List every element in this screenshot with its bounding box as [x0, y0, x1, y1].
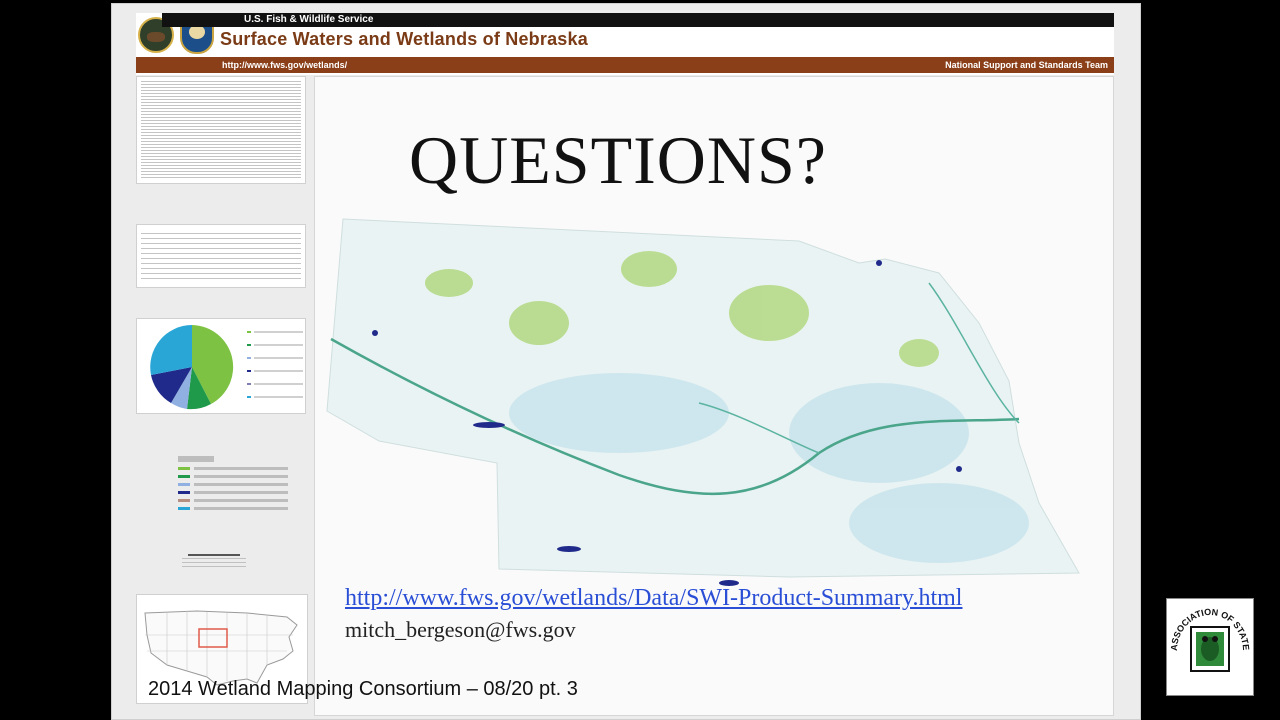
contact-email: mitch_bergeson@fws.gov: [345, 617, 576, 642]
wetland-type-legend: [178, 456, 288, 513]
poster-header: U.S. Fish & Wildlife Service Surface Wat…: [136, 13, 1114, 75]
wetland-pie-chart: [136, 318, 306, 414]
questions-heading: QUESTIONS?: [409, 122, 827, 198]
slide-main-panel: QUESTIONS? http://www.fws.gov/wetlands/D…: [314, 76, 1114, 716]
agency-bar: U.S. Fish & Wildlife Service: [162, 13, 1114, 27]
scale-bar: [188, 524, 240, 556]
poster-title: Surface Waters and Wetlands of Nebraska: [220, 29, 588, 49]
aswm-frog-logo-icon: ASSOCIATION OF STATE WETLAND MANAGERS: [1163, 591, 1251, 686]
poster-team: National Support and Standards Team: [945, 60, 1108, 70]
poster-subbar: http://www.fws.gov/wetlands/ National Su…: [136, 57, 1114, 73]
pie-legend: [247, 327, 303, 405]
wetland-stats-table: [136, 224, 306, 288]
slide-caption: 2014 Wetland Mapping Consortium – 08/20 …: [148, 678, 578, 700]
summary-text-panel: [136, 76, 306, 184]
swi-product-summary-link[interactable]: http://www.fws.gov/wetlands/Data/SWI-Pro…: [345, 585, 962, 612]
nebraska-wetland-map: [326, 218, 1080, 586]
poster-sidebar: [134, 76, 308, 716]
pie-chart-graphic: [150, 325, 234, 410]
aswm-logo: ASSOCIATION OF STATE WETLAND MANAGERS: [1163, 591, 1254, 696]
poster-url: http://www.fws.gov/wetlands/: [222, 60, 348, 70]
agency-name: U.S. Fish & Wildlife Service: [244, 14, 374, 25]
poster: U.S. Fish & Wildlife Service Surface Wat…: [111, 3, 1141, 720]
pie-slice-riverine: [150, 325, 192, 375]
scale-caption: [182, 558, 246, 568]
